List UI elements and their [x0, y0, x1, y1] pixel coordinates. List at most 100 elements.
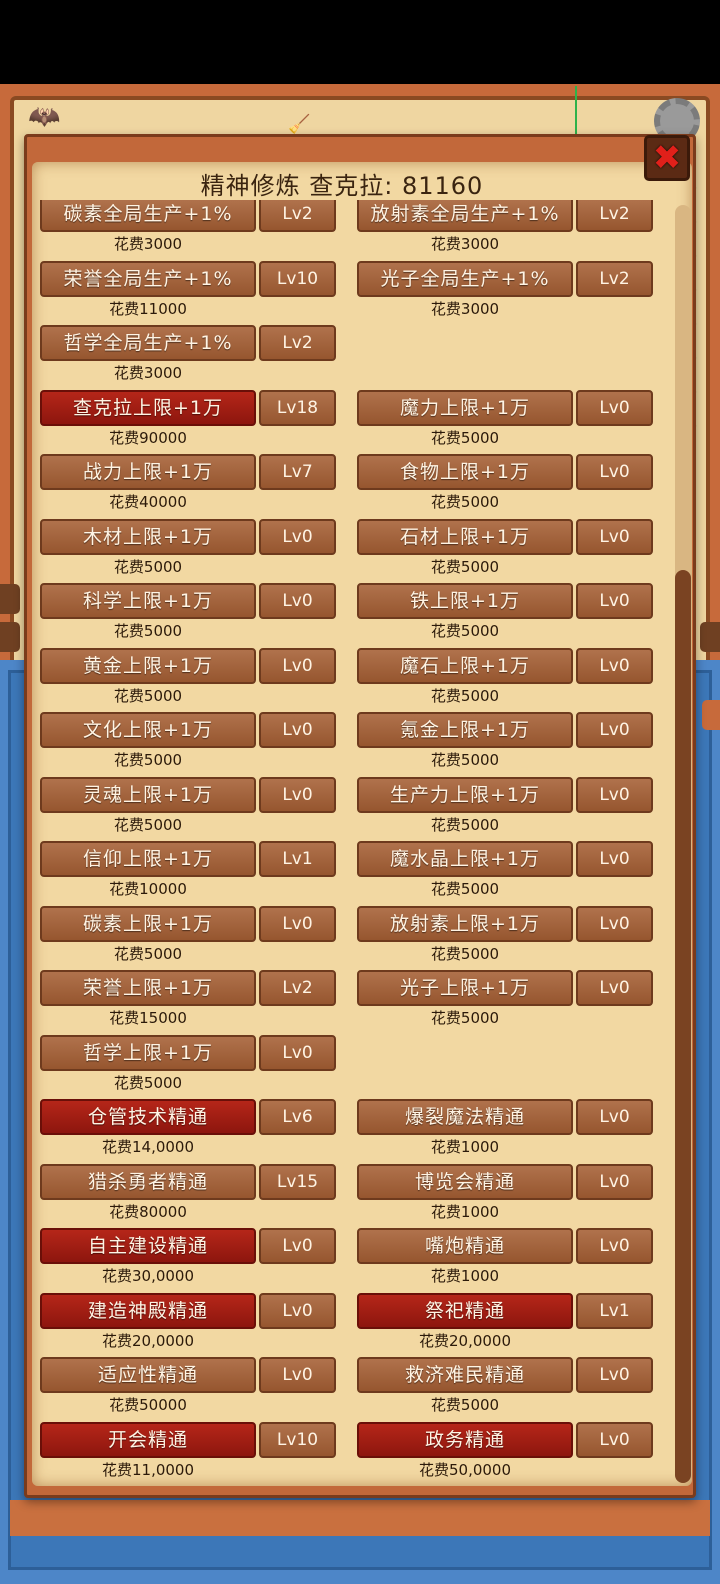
skill-upgrade-button[interactable]: 嘴炮精通 [357, 1228, 573, 1264]
skill-item: 猎杀勇者精通 Lv15 花费80000 [40, 1163, 336, 1228]
close-button[interactable]: ✖ [644, 135, 690, 181]
skill-upgrade-button[interactable]: 开会精通 [40, 1421, 256, 1458]
skill-level-badge[interactable]: Lv0 [576, 583, 653, 619]
right-side-tab[interactable] [700, 622, 720, 652]
skill-row: 哲学全局生产+1% Lv2 花费3000 [40, 325, 660, 389]
skill-upgrade-button[interactable]: 生产力上限+1万 [357, 776, 573, 813]
skill-upgrade-button[interactable]: 放射素全局生产+1% [357, 200, 573, 232]
skill-item: 爆裂魔法精通 Lv0 花费1000 [357, 1099, 653, 1163]
status-bar-area [0, 0, 720, 84]
skill-level-badge[interactable]: Lv0 [259, 1292, 336, 1329]
skill-upgrade-button[interactable]: 信仰上限+1万 [40, 841, 256, 877]
skill-cost-label: 花费50000 [109, 1396, 187, 1414]
skill-level-badge[interactable]: Lv0 [576, 1357, 653, 1393]
skill-cost-label: 花费20,0000 [101, 1331, 195, 1350]
skill-cost-label: 花费5000 [113, 815, 183, 834]
skill-level-badge[interactable]: Lv7 [259, 454, 336, 490]
skill-upgrade-button[interactable]: 黄金上限+1万 [40, 647, 256, 684]
skill-upgrade-button[interactable]: 光子上限+1万 [357, 970, 573, 1006]
skill-upgrade-button[interactable]: 光子全局生产+1% [357, 260, 573, 297]
skill-level-badge[interactable]: Lv0 [576, 389, 653, 426]
skill-level-badge[interactable]: Lv2 [576, 260, 653, 297]
skill-upgrade-button[interactable]: 猎杀勇者精通 [40, 1163, 256, 1200]
dialog-title: 精神修炼 查克拉: 81160 [200, 172, 484, 200]
skill-level-badge[interactable]: Lv2 [259, 200, 336, 232]
skill-upgrade-button[interactable]: 哲学全局生产+1% [40, 325, 256, 361]
skill-upgrade-button[interactable]: 放射素上限+1万 [357, 905, 573, 942]
skill-upgrade-button[interactable]: 铁上限+1万 [357, 583, 573, 619]
skill-upgrade-button[interactable]: 政务精通 [357, 1421, 573, 1458]
skill-level-badge[interactable]: Lv0 [576, 776, 653, 813]
skill-upgrade-button[interactable]: 仓管技术精通 [40, 1099, 256, 1135]
scrollbar-thumb[interactable] [675, 570, 691, 1483]
skill-level-badge[interactable]: Lv0 [576, 518, 653, 555]
skill-level-badge[interactable]: Lv0 [259, 1034, 336, 1071]
skill-upgrade-button[interactable]: 碳素上限+1万 [40, 905, 256, 942]
skill-level-badge[interactable]: Lv0 [576, 712, 653, 748]
skill-upgrade-button[interactable]: 祭祀精通 [357, 1292, 573, 1329]
skill-level-badge[interactable]: Lv10 [259, 260, 336, 297]
skill-level-badge[interactable]: Lv15 [259, 1163, 336, 1200]
skill-level-badge[interactable]: Lv0 [259, 518, 336, 555]
skill-upgrade-button[interactable]: 荣誉全局生产+1% [40, 260, 256, 297]
skill-upgrade-button[interactable]: 救济难民精通 [357, 1357, 573, 1393]
skill-item: 光子上限+1万 Lv0 花费5000 [357, 970, 653, 1034]
skill-upgrade-button[interactable]: 爆裂魔法精通 [357, 1099, 573, 1135]
skill-cost-label: 花费20,0000 [418, 1331, 512, 1350]
witch-icon: 🧹 [288, 114, 311, 135]
skill-upgrade-button[interactable]: 碳素全局生产+1% [40, 200, 256, 232]
skill-upgrade-button[interactable]: 博览会精通 [357, 1163, 573, 1200]
skill-level-badge[interactable]: Lv0 [576, 905, 653, 942]
skill-upgrade-button[interactable]: 科学上限+1万 [40, 583, 256, 619]
skill-item: 魔水晶上限+1万 Lv0 花费5000 [357, 841, 653, 905]
skill-item: 放射素上限+1万 Lv0 花费5000 [357, 905, 653, 970]
skill-upgrade-button[interactable]: 查克拉上限+1万 [40, 389, 256, 426]
skill-level-badge[interactable]: Lv10 [259, 1421, 336, 1458]
skill-level-badge[interactable]: Lv0 [576, 1421, 653, 1458]
skill-upgrade-button[interactable]: 魔水晶上限+1万 [357, 841, 573, 877]
skill-item: 科学上限+1万 Lv0 花费5000 [40, 583, 336, 647]
skill-level-badge[interactable]: Lv0 [576, 454, 653, 490]
skill-upgrade-button[interactable]: 哲学上限+1万 [40, 1034, 256, 1071]
skill-level-badge[interactable]: Lv0 [576, 647, 653, 684]
skill-upgrade-button[interactable]: 石材上限+1万 [357, 518, 573, 555]
skill-level-badge[interactable]: Lv0 [576, 1099, 653, 1135]
skill-level-badge[interactable]: Lv0 [576, 970, 653, 1006]
skill-level-badge[interactable]: Lv0 [576, 1163, 653, 1200]
skill-level-badge[interactable]: Lv1 [576, 1292, 653, 1329]
skill-upgrade-button[interactable]: 灵魂上限+1万 [40, 776, 256, 813]
skill-level-badge[interactable]: Lv2 [576, 200, 653, 232]
skill-level-badge[interactable]: Lv1 [259, 841, 336, 877]
skill-item: 适应性精通 Lv0 花费50000 [40, 1357, 336, 1421]
skill-level-badge[interactable]: Lv0 [259, 647, 336, 684]
skill-level-badge[interactable]: Lv0 [259, 583, 336, 619]
skill-level-badge[interactable]: Lv0 [259, 905, 336, 942]
skill-level-badge[interactable]: Lv0 [259, 1228, 336, 1264]
right-side-tab[interactable] [702, 700, 720, 730]
skill-upgrade-button[interactable]: 建造神殿精通 [40, 1292, 256, 1329]
skill-level-badge[interactable]: Lv2 [259, 970, 336, 1006]
skill-cost-label: 花费5000 [113, 751, 183, 769]
left-side-tab[interactable] [0, 584, 20, 614]
skill-level-badge[interactable]: Lv0 [576, 841, 653, 877]
skill-level-badge[interactable]: Lv0 [259, 776, 336, 813]
skill-upgrade-button[interactable]: 自主建设精通 [40, 1228, 256, 1264]
skill-upgrade-button[interactable]: 魔石上限+1万 [357, 647, 573, 684]
skill-upgrade-button[interactable]: 食物上限+1万 [357, 454, 573, 490]
skill-upgrade-button[interactable]: 魔力上限+1万 [357, 389, 573, 426]
skill-level-badge[interactable]: Lv0 [259, 1357, 336, 1393]
skill-level-badge[interactable]: Lv18 [259, 389, 336, 426]
skill-level-badge[interactable]: Lv6 [259, 1099, 336, 1135]
skill-row: 查克拉上限+1万 Lv18 花费90000 魔力上限+1万 Lv0 花费5000 [40, 389, 660, 454]
skill-upgrade-button[interactable]: 文化上限+1万 [40, 712, 256, 748]
skill-upgrade-button[interactable]: 氪金上限+1万 [357, 712, 573, 748]
skill-level-badge[interactable]: Lv0 [259, 712, 336, 748]
skill-level-badge[interactable]: Lv2 [259, 325, 336, 361]
skill-upgrade-button[interactable]: 适应性精通 [40, 1357, 256, 1393]
skill-upgrade-button[interactable]: 木材上限+1万 [40, 518, 256, 555]
skill-upgrade-button[interactable]: 战力上限+1万 [40, 454, 256, 490]
skill-cost-label: 花费5000 [430, 1396, 500, 1414]
skill-upgrade-button[interactable]: 荣誉上限+1万 [40, 970, 256, 1006]
skill-level-badge[interactable]: Lv0 [576, 1228, 653, 1264]
left-side-tab[interactable] [0, 622, 20, 652]
